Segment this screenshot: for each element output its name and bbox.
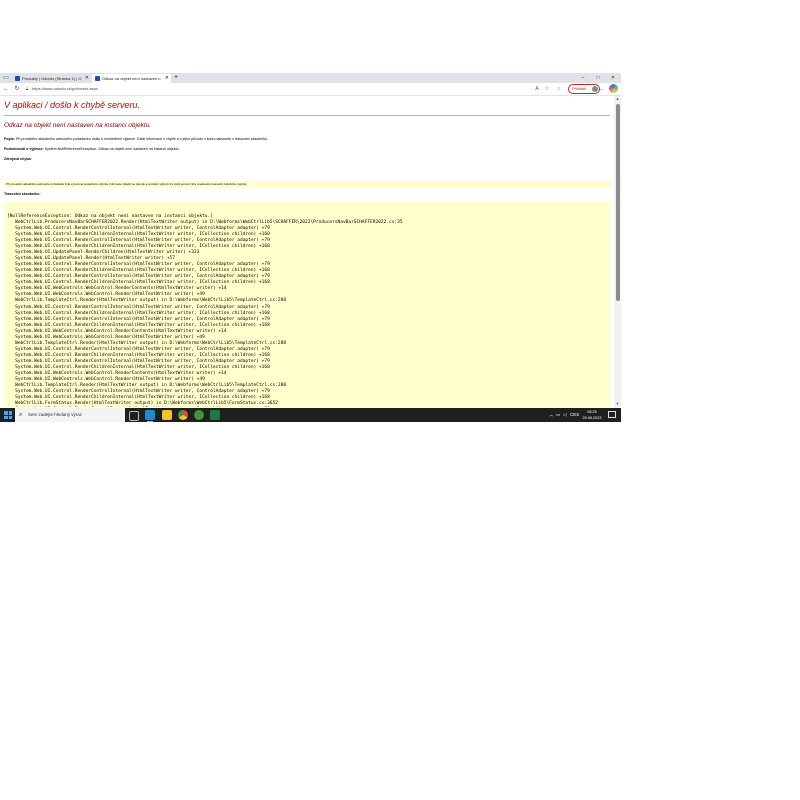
favorites-bar-icon[interactable]: ☆	[555, 85, 563, 93]
new-tab-button[interactable]: +	[172, 73, 180, 83]
sign-in-label: Přihlásit	[572, 86, 587, 91]
tab-produkty[interactable]: Produkty | Odonto (Stránka 1) | O ✕	[12, 74, 91, 83]
close-tab-icon[interactable]: ✕	[165, 74, 169, 83]
browser-window: ▭ Produkty | Odonto (Stránka 1) | O ✕ Od…	[0, 73, 621, 422]
stack-trace-box: [NullReferenceException: Odkaz na objekt…	[4, 202, 610, 407]
search-placeholder: Sem zadejte hledaný výraz	[28, 412, 83, 417]
stack-trace-line: Trasování zásobníku:	[4, 192, 41, 196]
scroll-down-icon[interactable]: ▼	[614, 401, 621, 407]
clock-date: 25.08.2023	[582, 416, 602, 420]
tray-chevron-icon[interactable]: ︿	[549, 408, 554, 422]
page-content: V aplikaci / došlo k chybě serveru. Odka…	[0, 96, 614, 407]
site-favicon-icon	[15, 76, 20, 82]
green-app-icon[interactable]	[194, 410, 204, 420]
close-window-button[interactable]: ✕	[606, 73, 620, 83]
network-icon[interactable]: ▭	[556, 408, 560, 422]
back-arrow-icon[interactable]: ←	[1, 84, 11, 94]
excel-icon[interactable]	[210, 410, 220, 420]
stack-trace-label: Trasování zásobníku:	[4, 192, 41, 196]
source-error-label: Zdrojová chyba:	[4, 157, 32, 161]
windows-start-icon[interactable]	[4, 411, 12, 419]
taskbar-search-input[interactable]: ⌕ Sem zadejte hledaný výraz	[15, 408, 125, 422]
minimize-button[interactable]: –	[576, 73, 590, 83]
error-subtitle: Odkaz na objekt není nastaven na instanc…	[4, 122, 152, 129]
copilot-icon[interactable]	[609, 84, 618, 93]
url-text: https://www.odonto.cz/potvrzeni.aspx	[32, 86, 98, 91]
tab-title: Produkty | Odonto (Stránka 1) | O	[22, 76, 82, 81]
search-icon: ⌕	[19, 412, 23, 418]
description-text: Při provádění aktuálního webového požada…	[15, 137, 269, 141]
edge-icon[interactable]	[145, 410, 155, 422]
chrome-icon[interactable]	[178, 410, 188, 420]
close-tab-icon[interactable]: ✕	[85, 74, 89, 83]
site-favicon-icon	[95, 76, 100, 82]
url-field[interactable]: 🔒︎ https://www.odonto.cz/potvrzeni.aspx	[26, 85, 561, 93]
scroll-thumb[interactable]	[615, 104, 620, 301]
more-menu-icon[interactable]: …	[598, 85, 606, 93]
sign-in-button[interactable]: Přihlásit	[568, 84, 600, 94]
system-clock[interactable]: 08:25 25.08.2023	[578, 409, 606, 421]
exception-text: System.NullReferenceException: Odkaz na …	[44, 147, 180, 151]
stack-trace-text: [NullReferenceException: Odkaz na objekt…	[7, 214, 403, 406]
exception-label: Podrobnosti o výjimce:	[4, 147, 44, 151]
description-line: Popis: Při provádění aktuálního webového…	[4, 137, 268, 141]
description-label: Popis:	[4, 137, 15, 141]
notification-icon[interactable]	[608, 411, 616, 418]
source-error-line: Zdrojová chyba:	[4, 157, 32, 161]
tab-actions-icon[interactable]: ▭	[1, 73, 11, 83]
scroll-up-icon[interactable]: ▲	[614, 96, 621, 102]
tab-title: Odkaz na objekt není nastaven n	[102, 76, 161, 81]
tab-error-page[interactable]: Odkaz na objekt není nastaven n ✕	[92, 74, 171, 83]
maximize-button[interactable]: □	[591, 73, 605, 83]
task-view-icon[interactable]	[129, 411, 139, 421]
volume-icon[interactable]: ◁	[563, 408, 566, 422]
exception-line: Podrobnosti o výjimce: System.NullRefere…	[4, 147, 180, 151]
page-title: V aplikaci / došlo k chybě serveru.	[4, 100, 141, 110]
divider	[4, 115, 610, 116]
source-error-box: Při provádění aktuálního webového požada…	[4, 181, 610, 187]
tab-bar: ▭ Produkty | Odonto (Stránka 1) | O ✕ Od…	[0, 73, 621, 83]
favorite-star-icon[interactable]: ☆	[543, 85, 551, 93]
vertical-scrollbar[interactable]: ▲ ▼	[614, 96, 621, 407]
address-bar-row: ← ↻ 🔒︎ https://www.odonto.cz/potvrzeni.as…	[0, 83, 621, 96]
taskbar: ⌕ Sem zadejte hledaný výraz ︿ ▭ ◁ CES 08…	[0, 408, 621, 422]
read-aloud-icon[interactable]: A	[533, 85, 541, 93]
refresh-icon[interactable]: ↻	[12, 84, 22, 94]
file-explorer-icon[interactable]	[162, 410, 172, 420]
